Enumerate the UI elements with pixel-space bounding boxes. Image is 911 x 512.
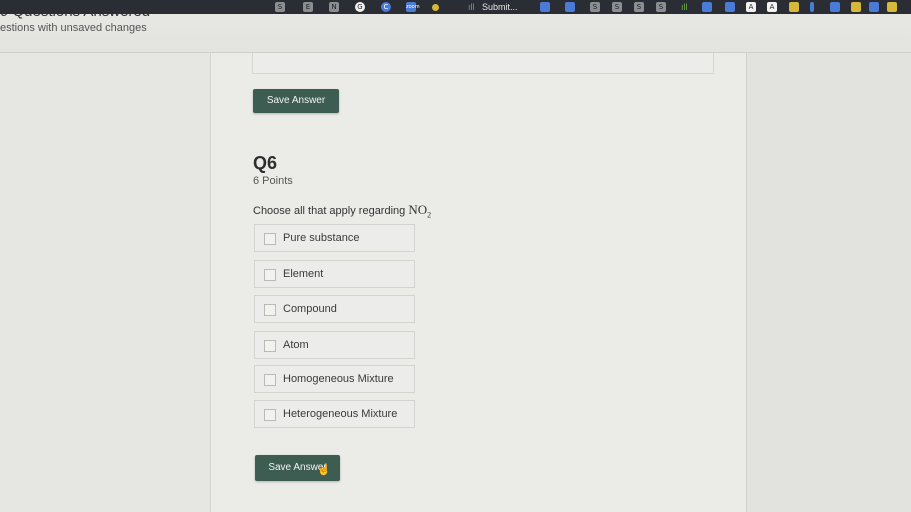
bookmark-s-icon[interactable]: S xyxy=(656,2,666,12)
checkbox[interactable] xyxy=(264,269,276,281)
folder-icon[interactable]: folder xyxy=(789,2,799,12)
info-icon[interactable]: info xyxy=(810,2,814,12)
question-points: 6 Points xyxy=(253,175,293,187)
bookmark-a-icon[interactable]: A xyxy=(746,2,756,12)
bookmark-e-icon[interactable]: E xyxy=(303,2,313,12)
question-prompt: Choose all that apply regarding NO2 xyxy=(253,202,431,220)
outlook-icon[interactable]: outlook xyxy=(702,2,712,12)
option-label: Element xyxy=(283,268,324,280)
hand-cursor-icon: ☝ xyxy=(317,464,331,476)
option-homogeneous-mixture[interactable]: Homogeneous Mixture xyxy=(254,365,415,393)
option-atom[interactable]: Atom xyxy=(254,331,415,359)
bookmark-c-icon[interactable]: C xyxy=(381,2,391,12)
option-heterogeneous-mixture[interactable]: Heterogeneous Mixture xyxy=(254,400,415,428)
option-label: Heterogeneous Mixture xyxy=(283,408,398,420)
checkbox[interactable] xyxy=(264,409,276,421)
bars-icon: ıll xyxy=(468,2,475,12)
left-sidebar xyxy=(0,53,211,512)
bookmark-s-icon[interactable]: S xyxy=(634,2,644,12)
bookmark-n-icon[interactable]: N xyxy=(329,2,339,12)
checkbox[interactable] xyxy=(264,304,276,316)
question-panel: Save Answer Q6 6 Points Choose all that … xyxy=(211,53,746,512)
dot-icon[interactable]: dot xyxy=(432,4,439,11)
bookmark-s-icon[interactable]: S xyxy=(275,2,285,12)
folder-icon[interactable]: folder xyxy=(887,2,897,12)
formula-subscript: 2 xyxy=(427,210,432,220)
tab-submit[interactable]: Submit... xyxy=(482,1,518,13)
option-label: Pure substance xyxy=(283,232,360,244)
option-label: Homogeneous Mixture xyxy=(283,373,394,385)
question-number: Q6 xyxy=(253,153,278,173)
bars-icon: ıll xyxy=(681,2,688,12)
zoom-icon[interactable]: zoom xyxy=(406,2,420,12)
bookmark-s-icon[interactable]: S xyxy=(612,2,622,12)
option-label: Compound xyxy=(283,303,337,315)
chemical-formula: NO2 xyxy=(408,202,432,220)
zoom-icon[interactable]: zoom xyxy=(565,2,575,12)
zoom-icon[interactable]: zoom xyxy=(725,2,735,12)
checkbox[interactable] xyxy=(264,340,276,352)
folder-icon[interactable]: folder xyxy=(830,2,840,12)
checkbox[interactable] xyxy=(264,374,276,386)
right-panel xyxy=(746,53,911,512)
checkbox[interactable] xyxy=(264,233,276,245)
question-prompt-text: Choose all that apply regarding xyxy=(253,205,406,217)
outlook-icon[interactable]: outlook xyxy=(540,2,550,12)
bookmark-s-icon[interactable]: S xyxy=(590,2,600,12)
option-compound[interactable]: Compound xyxy=(254,295,415,323)
save-answer-button-previous[interactable]: Save Answer xyxy=(253,89,339,113)
bookmark-a-icon[interactable]: A xyxy=(767,2,777,12)
doc-icon[interactable]: doc xyxy=(869,2,879,12)
bookmarks-bar: S E N G C zoom dot ıll Submit... outlook… xyxy=(0,0,911,14)
formula-base: NO xyxy=(408,202,428,217)
unsaved-changes-notice: estions with unsaved changes xyxy=(0,22,147,34)
previous-answer-box[interactable] xyxy=(252,53,714,74)
option-element[interactable]: Element xyxy=(254,260,415,288)
google-icon[interactable]: G xyxy=(355,2,365,12)
option-label: Atom xyxy=(283,339,309,351)
option-pure-substance[interactable]: Pure substance xyxy=(254,224,415,252)
folder-icon[interactable]: folder xyxy=(851,2,861,12)
